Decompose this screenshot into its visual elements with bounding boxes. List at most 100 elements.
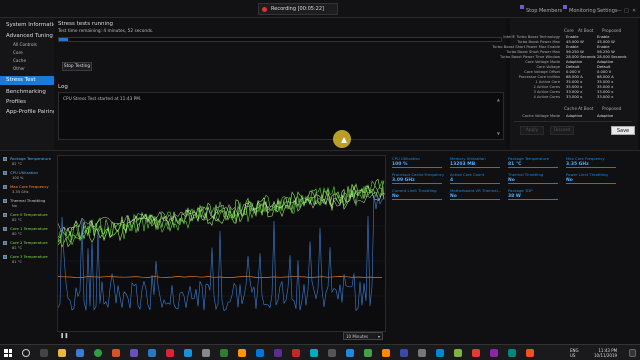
app-icon[interactable] — [256, 349, 264, 357]
title-bar: Recording [00:05:22] Stop Members Monito… — [0, 0, 640, 18]
chrome-icon[interactable] — [94, 349, 102, 357]
core-temperature-series — [57, 180, 385, 246]
pause-icon[interactable]: ❚❚ — [60, 333, 68, 339]
sidebar-item-stress-test[interactable]: Stress Test — [0, 76, 54, 85]
search-icon[interactable] — [22, 349, 30, 357]
app-icon[interactable] — [526, 349, 534, 357]
app-icon[interactable] — [220, 349, 228, 357]
language-indicator[interactable]: ENG US — [570, 348, 579, 358]
legend-item[interactable]: Core 2 Temperature 82 °C — [3, 240, 55, 254]
save-button[interactable]: Save — [611, 126, 635, 135]
app-icon[interactable] — [346, 349, 354, 357]
minimize-button[interactable]: — — [617, 8, 622, 14]
app-icon[interactable] — [436, 349, 444, 357]
app-icon[interactable] — [148, 349, 156, 357]
scroll-down-icon[interactable]: ▼ — [497, 131, 500, 136]
app-icon[interactable] — [454, 349, 462, 357]
maximize-button[interactable]: □ — [624, 8, 629, 14]
checkbox[interactable] — [3, 213, 7, 217]
checkbox[interactable] — [3, 171, 7, 175]
tile-label: Motherboard VR Thermal... — [450, 188, 502, 193]
clock[interactable]: 11:43 PM 10/11/2019 — [594, 348, 617, 358]
app-icon[interactable] — [310, 349, 318, 357]
sidebar-item-benchmarking[interactable]: Benchmarking — [0, 88, 54, 97]
legend-item[interactable]: Core 3 Temperature 81 °C — [3, 254, 55, 268]
app-icon[interactable] — [166, 349, 174, 357]
app-icon[interactable] — [418, 349, 426, 357]
legend-item[interactable]: CPU Utilization 100 % — [3, 170, 55, 184]
app-icon[interactable] — [382, 349, 390, 357]
recording-indicator[interactable]: Recording [00:05:22] — [258, 3, 338, 15]
app-icon[interactable] — [472, 349, 480, 357]
checkbox[interactable] — [3, 185, 7, 189]
checkbox[interactable] — [3, 241, 7, 245]
checkbox[interactable] — [3, 255, 7, 259]
chevron-down-icon: ▾ — [377, 334, 380, 339]
app-icon[interactable] — [130, 349, 138, 357]
log-box[interactable]: CPU Stress Test started at 11:43 PM. ▲ ▼ — [58, 92, 504, 140]
legend-name: Package Temperature — [10, 156, 51, 161]
legend-item[interactable]: Package Temperature 82 °C — [3, 156, 55, 170]
legend-value: 82 °C — [12, 218, 23, 222]
legend-item[interactable]: Thermal Throttling No — [3, 198, 55, 212]
monitor-tile: Thermal Throttling No — [508, 172, 560, 188]
checkbox[interactable] — [3, 157, 7, 161]
time-range-select[interactable]: 10 Minutes ▾ — [343, 332, 383, 340]
app-icon[interactable] — [184, 349, 192, 357]
app-icon[interactable] — [490, 349, 498, 357]
sidebar-item-profiles[interactable]: Profiles — [0, 98, 54, 107]
sidebar-item-cache[interactable]: Cache — [0, 57, 54, 65]
app-icon[interactable] — [328, 349, 336, 357]
monitor-tile: Package Temperature 81 °C — [508, 156, 560, 172]
app-icon[interactable] — [400, 349, 408, 357]
scroll-up-icon[interactable]: ▲ — [497, 97, 500, 102]
discard-button[interactable]: Discard — [550, 126, 574, 135]
legend-name: Core 3 Temperature — [10, 254, 48, 259]
record-dot-icon — [262, 7, 267, 12]
sidebar: System Information Advanced Tuning All C… — [0, 18, 60, 150]
brave-icon[interactable] — [112, 349, 120, 357]
file-explorer-icon[interactable] — [58, 349, 66, 357]
legend-item[interactable]: Core 1 Temperature 80 °C — [3, 226, 55, 240]
at-boot-header: At Boot — [578, 28, 594, 33]
cache-row[interactable]: Cache Voltage Mode Adaptive Adaptive — [510, 114, 634, 119]
legend-item[interactable]: Max Core Frequency 3.35 GHz — [3, 184, 55, 198]
edge-icon[interactable] — [76, 349, 84, 357]
settings-button[interactable]: Settings — [597, 8, 618, 14]
legend-value: 82 °C — [12, 246, 23, 250]
sidebar-item-all-controls[interactable]: All Controls — [0, 41, 54, 49]
sidebar-item-system-information[interactable]: System Information — [0, 21, 60, 30]
log-title: Log — [58, 84, 68, 90]
row-proposed: 33.000 x — [597, 95, 614, 99]
legend-item[interactable]: Core 0 Temperature 82 °C — [3, 212, 55, 226]
core-temperature-series — [57, 180, 385, 243]
checkbox[interactable] — [3, 199, 7, 203]
stop-testing-button[interactable]: Stop Testing — [62, 62, 92, 71]
tile-underline — [450, 183, 500, 184]
cache-proposed-header: Proposed — [602, 106, 622, 111]
time-remaining: Test time remaining: 4 minutes, 52 secon… — [58, 29, 154, 34]
tuning-row[interactable]: 4 Active Cores 33.000 x 33.000 x — [510, 95, 634, 100]
app-icon[interactable] — [508, 349, 516, 357]
app-icon[interactable] — [202, 349, 210, 357]
apply-button[interactable]: Apply — [520, 126, 544, 135]
sidebar-item-core[interactable]: Core — [0, 49, 54, 57]
sidebar-item-other[interactable]: Other — [0, 65, 54, 73]
notification-icon[interactable] — [629, 349, 636, 357]
windows-start-icon[interactable] — [4, 349, 12, 357]
monitoring-button[interactable]: Monitoring — [569, 8, 596, 14]
app-icon[interactable] — [364, 349, 372, 357]
task-view-icon[interactable] — [40, 349, 48, 357]
app-icon[interactable] — [292, 349, 300, 357]
stop-members-button[interactable]: Stop Members — [526, 8, 562, 14]
close-button[interactable]: ✕ — [632, 8, 636, 14]
sidebar-item-app-profile-pairing[interactable]: App-Profile Pairing — [0, 108, 56, 117]
legend-value: 80 °C — [12, 232, 23, 236]
checkbox[interactable] — [3, 227, 7, 231]
row-boot: Adaptive — [566, 114, 583, 118]
app-icon[interactable] — [274, 349, 282, 357]
legend-value: No — [12, 204, 17, 208]
proposed-header: Proposed — [602, 28, 622, 33]
app-icon[interactable] — [238, 349, 246, 357]
sidebar-item-advanced-tuning[interactable]: Advanced Tuning — [0, 32, 54, 41]
